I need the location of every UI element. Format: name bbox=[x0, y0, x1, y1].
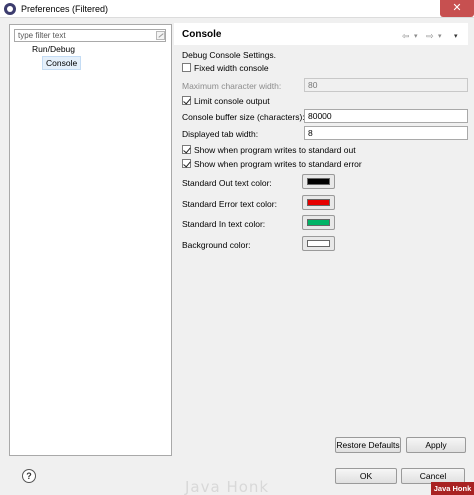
page-header: Console ⇦ ▾ ⇨ ▾ ▾ bbox=[174, 23, 468, 45]
checkbox-label: Show when program writes to standard out bbox=[194, 145, 356, 155]
help-icon[interactable]: ? bbox=[22, 469, 36, 483]
limit-output-checkbox[interactable]: Limit console output bbox=[182, 96, 270, 106]
eclipse-icon bbox=[4, 3, 16, 15]
tree-item-run-debug[interactable]: Run/Debug bbox=[32, 44, 75, 54]
forward-arrow-icon[interactable]: ⇨ bbox=[426, 31, 434, 42]
window-title: Preferences (Filtered) bbox=[21, 4, 109, 14]
tree-item-console[interactable]: Console bbox=[42, 56, 82, 70]
filter-input[interactable] bbox=[14, 29, 166, 42]
ok-button[interactable]: OK bbox=[335, 468, 397, 484]
background-color-button[interactable] bbox=[302, 236, 335, 251]
checkbox-box[interactable] bbox=[182, 159, 191, 168]
color-swatch bbox=[307, 219, 330, 226]
checkbox-box[interactable] bbox=[182, 145, 191, 154]
view-menu-icon[interactable]: ▾ bbox=[454, 32, 458, 40]
stderr-color-button[interactable] bbox=[302, 195, 335, 210]
checkbox-box[interactable] bbox=[182, 96, 191, 105]
watermark-text: Java Honk bbox=[185, 478, 270, 495]
checkbox-label: Fixed width console bbox=[194, 63, 269, 73]
color-swatch bbox=[307, 178, 330, 185]
show-stderr-checkbox[interactable]: Show when program writes to standard err… bbox=[182, 159, 362, 169]
forward-dropdown-icon[interactable]: ▾ bbox=[438, 32, 442, 40]
page-description: Debug Console Settings. bbox=[182, 50, 277, 60]
settings-page: Console ⇦ ▾ ⇨ ▾ ▾ Debug Console Settings… bbox=[174, 18, 468, 458]
back-arrow-icon[interactable]: ⇦ bbox=[402, 31, 410, 42]
page-title: Console bbox=[182, 29, 222, 40]
apply-button[interactable]: Apply bbox=[406, 437, 466, 453]
buffer-size-field[interactable] bbox=[304, 109, 468, 123]
background-color-label: Background color: bbox=[182, 240, 251, 250]
fixed-width-checkbox[interactable]: Fixed width console bbox=[182, 63, 269, 73]
clear-filter-icon[interactable] bbox=[156, 31, 165, 40]
stdout-color-button[interactable] bbox=[302, 174, 335, 189]
checkbox-label: Show when program writes to standard err… bbox=[194, 159, 362, 169]
stderr-color-label: Standard Error text color: bbox=[182, 199, 277, 209]
checkbox-label: Limit console output bbox=[194, 96, 270, 106]
buffer-size-label: Console buffer size (characters): bbox=[182, 112, 305, 122]
stdin-color-label: Standard In text color: bbox=[182, 219, 266, 229]
color-swatch bbox=[307, 199, 330, 206]
color-swatch bbox=[307, 240, 330, 247]
max-char-width-label: Maximum character width: bbox=[182, 81, 282, 91]
tab-width-field[interactable] bbox=[304, 126, 468, 140]
show-stdout-checkbox[interactable]: Show when program writes to standard out bbox=[182, 145, 356, 155]
close-button[interactable]: ✕ bbox=[440, 0, 474, 17]
stdout-color-label: Standard Out text color: bbox=[182, 178, 272, 188]
watermark-badge: Java Honk bbox=[431, 482, 474, 495]
stdin-color-button[interactable] bbox=[302, 215, 335, 230]
preference-tree-panel: Run/Debug Console bbox=[9, 24, 172, 456]
back-dropdown-icon[interactable]: ▾ bbox=[414, 32, 418, 40]
max-char-width-field[interactable] bbox=[304, 78, 468, 92]
tab-width-label: Displayed tab width: bbox=[182, 129, 259, 139]
restore-defaults-button[interactable]: Restore Defaults bbox=[335, 437, 401, 453]
title-bar: Preferences (Filtered) ✕ bbox=[0, 0, 474, 18]
checkbox-box[interactable] bbox=[182, 63, 191, 72]
